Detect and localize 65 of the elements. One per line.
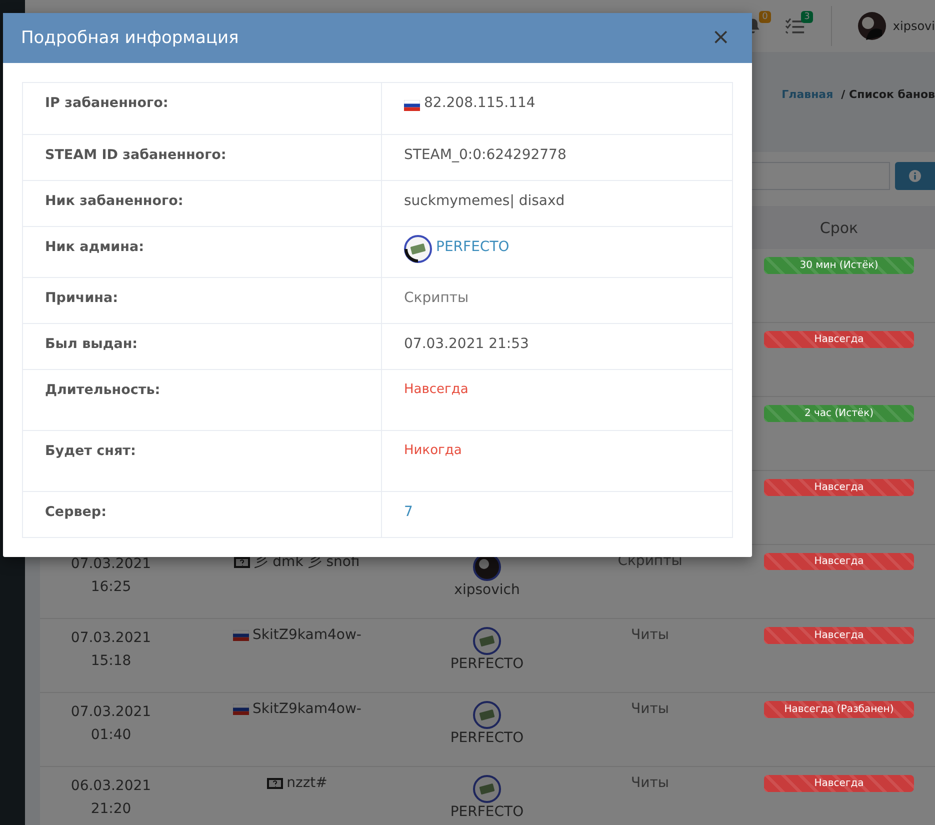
checklist-icon[interactable]: [784, 17, 805, 35]
field-value: suckmymemes| disaxd: [404, 193, 565, 209]
field-label: IP забаненного:: [45, 95, 168, 111]
ban-time: 01:40: [90, 726, 132, 745]
field-value[interactable]: 7: [404, 504, 413, 520]
dialog-title: Подробная информация: [21, 28, 239, 48]
field-label: Причина:: [45, 290, 118, 306]
user-name[interactable]: xipsovi: [892, 19, 935, 33]
duration-badge: Навсегда: [764, 479, 914, 496]
field-value: 07.03.2021 21:53: [404, 336, 529, 352]
admin-name[interactable]: xipsovich: [454, 582, 520, 598]
unknown-flag-icon: [266, 778, 283, 788]
avatar: [404, 235, 432, 263]
avatar: [473, 701, 501, 729]
flag-icon: [232, 704, 249, 714]
ban-date: 06.03.2021: [70, 777, 152, 796]
ban-time: 21:20: [90, 800, 132, 819]
close-button[interactable]: ×: [708, 27, 734, 49]
field-label: Ник админа:: [45, 239, 144, 255]
player-name[interactable]: SkitZ9kam4ow-: [252, 627, 362, 643]
column-header: Срок: [818, 218, 860, 236]
ban-date: 07.03.2021: [70, 703, 152, 722]
breadcrumb-item: / Список банов: [841, 88, 935, 103]
duration-badge: Навсегда: [764, 331, 914, 348]
player-name[interactable]: nzzt#: [286, 775, 328, 791]
breadcrumb-item[interactable]: Главная: [782, 88, 834, 112]
ban-date: 07.03.2021: [70, 555, 152, 574]
flag-icon: [404, 100, 420, 111]
player-name[interactable]: SkitZ9kam4ow-: [252, 701, 362, 717]
field-value[interactable]: PERFECTO: [436, 239, 510, 255]
duration-badge: Навсегда (Разбанен): [764, 701, 914, 718]
field-label: Будет снят:: [45, 443, 136, 459]
ban-time: 15:18: [90, 652, 132, 671]
ban-date: 07.03.2021: [70, 629, 152, 648]
ban-time: 16:25: [90, 578, 132, 597]
field-value: Навсегда: [404, 382, 468, 397]
ban-reason: Читы: [631, 627, 669, 643]
admin-name[interactable]: PERFECTO: [450, 730, 524, 746]
avatar[interactable]: [858, 12, 886, 40]
info-icon: [909, 170, 921, 182]
field-label: Длительность:: [45, 382, 160, 398]
duration-badge: 30 мин (Истёк): [764, 257, 914, 274]
field-label: Сервер:: [45, 504, 106, 520]
admin-name[interactable]: PERFECTO: [450, 656, 524, 672]
field-value: Никогда: [404, 443, 462, 458]
field-label: Ник забаненного:: [45, 193, 184, 209]
unknown-flag-icon: [234, 556, 250, 568]
admin-name[interactable]: PERFECTO: [450, 804, 524, 820]
duration-badge: Навсегда: [764, 553, 914, 570]
duration-badge: Навсегда: [764, 775, 914, 792]
field-value: Скрипты: [404, 290, 469, 306]
ban-reason: Читы: [631, 775, 669, 791]
field-label: STEAM ID забаненного:: [45, 147, 226, 163]
avatar: [473, 627, 501, 655]
duration-badge: 2 час (Истёк): [764, 405, 914, 422]
field-value: 82.208.115.114: [424, 95, 536, 111]
field-label: Был выдан:: [45, 336, 138, 352]
task-badge: 3: [801, 11, 813, 23]
notification-badge: 0: [759, 11, 771, 23]
ban-reason: Читы: [631, 701, 669, 717]
avatar: [473, 775, 501, 803]
info-button[interactable]: [895, 162, 935, 190]
duration-badge: Навсегда: [764, 627, 914, 644]
field-value: STEAM_0:0:624292778: [404, 147, 566, 163]
flag-icon: [232, 630, 249, 640]
